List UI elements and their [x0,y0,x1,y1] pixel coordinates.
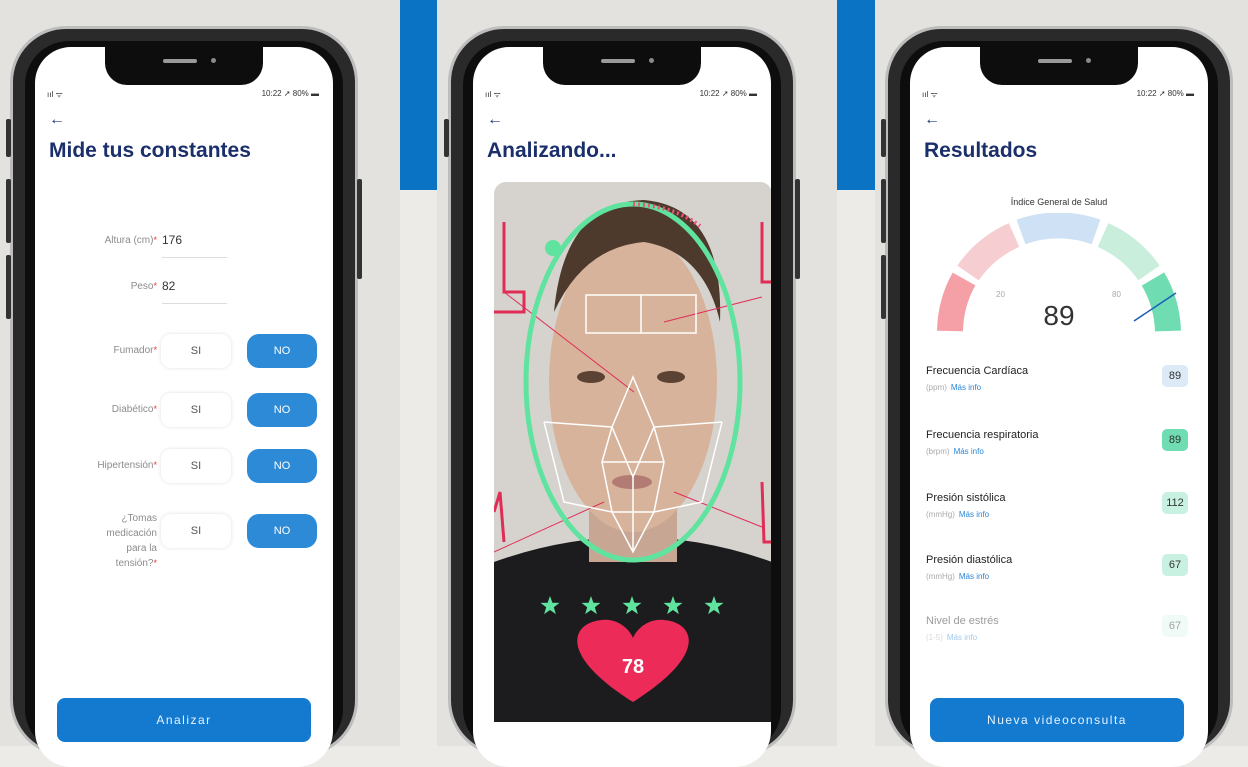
result-value-badge: 89 [1162,429,1188,451]
more-info-link[interactable]: Más info [954,447,984,456]
result-unit: (ppm) Más info [926,383,982,392]
medication-no-button[interactable]: NO [247,514,317,548]
volume-button [6,179,11,243]
gauge-title: Índice General de Salud [1010,197,1108,207]
speaker [1038,59,1072,63]
power-button [357,179,362,279]
screen-analyze: ııl ᯤ 10:22 ➚ 80% ▬ ← Analizando... 78 [473,47,771,767]
volume-button [6,255,11,319]
hypertension-no-button[interactable]: NO [247,449,317,483]
height-input[interactable]: 176 [162,233,227,258]
result-unit: (mmHg) Más info [926,572,990,581]
result-name: Nivel de estrés [926,615,999,627]
back-arrow-icon[interactable]: ← [49,111,65,129]
notch [543,47,701,85]
more-info-link[interactable]: Más info [959,510,989,519]
status-bar: ııl ᯤ 10:22 ➚ 80% ▬ [473,89,771,103]
field-label: Peso* [130,281,157,292]
toggle-label: ¿Tomas medicación para la tensión?* [106,513,157,569]
medication-yes-button[interactable]: SI [161,514,231,548]
hypertension-yes-button[interactable]: SI [161,449,231,483]
analyze-button[interactable]: Analizar [57,698,311,742]
gauge-segment [1016,213,1101,245]
result-row-stress: Nivel de estrés (1-5) Más info 67 [926,615,1188,642]
camera [211,58,216,63]
status-time: 10:22 ➚ 80% ▬ [699,89,757,98]
new-videoconsult-button[interactable]: Nueva videoconsulta [930,698,1184,742]
status-time: 10:22 ➚ 80% ▬ [261,89,319,98]
result-value-badge: 112 [1162,492,1188,514]
volume-button [881,179,886,243]
gauge-segment [1097,223,1160,281]
status-bar: ııl ᯤ 10:22 ➚ 80% ▬ [35,89,333,103]
camera-feed: 78 [494,182,771,722]
toggle-label: Fumador* [113,345,157,356]
gauge-max-label: 80 [1112,290,1121,299]
result-unit: (1-5) Más info [926,633,978,642]
speaker [601,59,635,63]
phone-form: ııl ᯤ 10:22 ➚ 80% ▬ ← Mide tus constante… [6,26,362,767]
weight-input[interactable]: 82 [162,279,227,304]
page-title: Resultados [924,139,1038,162]
volume-button [881,119,886,157]
smoker-no-button[interactable]: NO [247,334,317,368]
result-value-badge: 89 [1162,365,1188,387]
result-row-respiratory: Frecuencia respiratoria (brpm) Más info 8… [926,429,1188,456]
heart-rate-value: 78 [622,656,644,678]
result-value-badge: 67 [1162,554,1188,576]
notch [105,47,263,85]
phone-analyze: ııl ᯤ 10:22 ➚ 80% ▬ ← Analizando... 78 [444,26,800,767]
toggle-label: Hipertensión* [97,460,157,471]
back-arrow-icon[interactable]: ← [924,111,940,129]
diabetic-no-button[interactable]: NO [247,393,317,427]
result-name: Presión diastólica [926,554,1013,566]
camera [649,58,654,63]
result-name: Presión sistólica [926,492,1006,504]
result-unit: (mmHg) Más info [926,510,990,519]
health-score: 89 [1043,300,1075,331]
phone-results: ııl ᯤ 10:22 ➚ 80% ▬ ← Resultados Índice … [881,26,1233,767]
page-title: Mide tus constantes [49,139,251,162]
signal-icon: ııl ᯤ [47,90,63,99]
result-row-heart-rate: Frecuencia Cardíaca (ppm) Más info 89 [926,365,1188,392]
status-time: 10:22 ➚ 80% ▬ [1136,89,1194,98]
diabetic-yes-button[interactable]: SI [161,393,231,427]
field-label: Altura (cm)* [104,235,157,246]
page-title: Analizando... [487,139,617,162]
notch [980,47,1138,85]
status-bar: ııl ᯤ 10:22 ➚ 80% ▬ [910,89,1208,103]
screen-results: ııl ᯤ 10:22 ➚ 80% ▬ ← Resultados Índice … [910,47,1208,767]
back-arrow-icon[interactable]: ← [487,111,503,129]
progress-dot [545,240,561,256]
volume-button [444,119,449,157]
volume-button [6,119,11,157]
more-info-link[interactable]: Más info [951,383,981,392]
result-value-badge: 67 [1162,615,1188,637]
volume-button [881,255,886,319]
gauge-segment [957,223,1020,281]
gauge-min-label: 20 [996,290,1005,299]
result-row-diastolic: Presión diastólica (mmHg) Más info 67 [926,554,1188,581]
toggle-label: Diabético* [111,404,157,415]
result-name: Frecuencia respiratoria [926,429,1039,441]
signal-icon: ııl ᯤ [485,90,501,99]
more-info-link[interactable]: Más info [947,633,977,642]
result-unit: (brpm) Más info [926,447,984,456]
smoker-yes-button[interactable]: SI [161,334,231,368]
camera [1086,58,1091,63]
more-info-link[interactable]: Más info [959,572,989,581]
power-button [795,179,800,279]
signal-icon: ııl ᯤ [922,90,938,99]
screen-form: ııl ᯤ 10:22 ➚ 80% ▬ ← Mide tus constante… [35,47,333,767]
result-row-systolic: Presión sistólica (mmHg) Más info 112 [926,492,1188,519]
result-name: Frecuencia Cardíaca [926,365,1029,377]
speaker [163,59,197,63]
